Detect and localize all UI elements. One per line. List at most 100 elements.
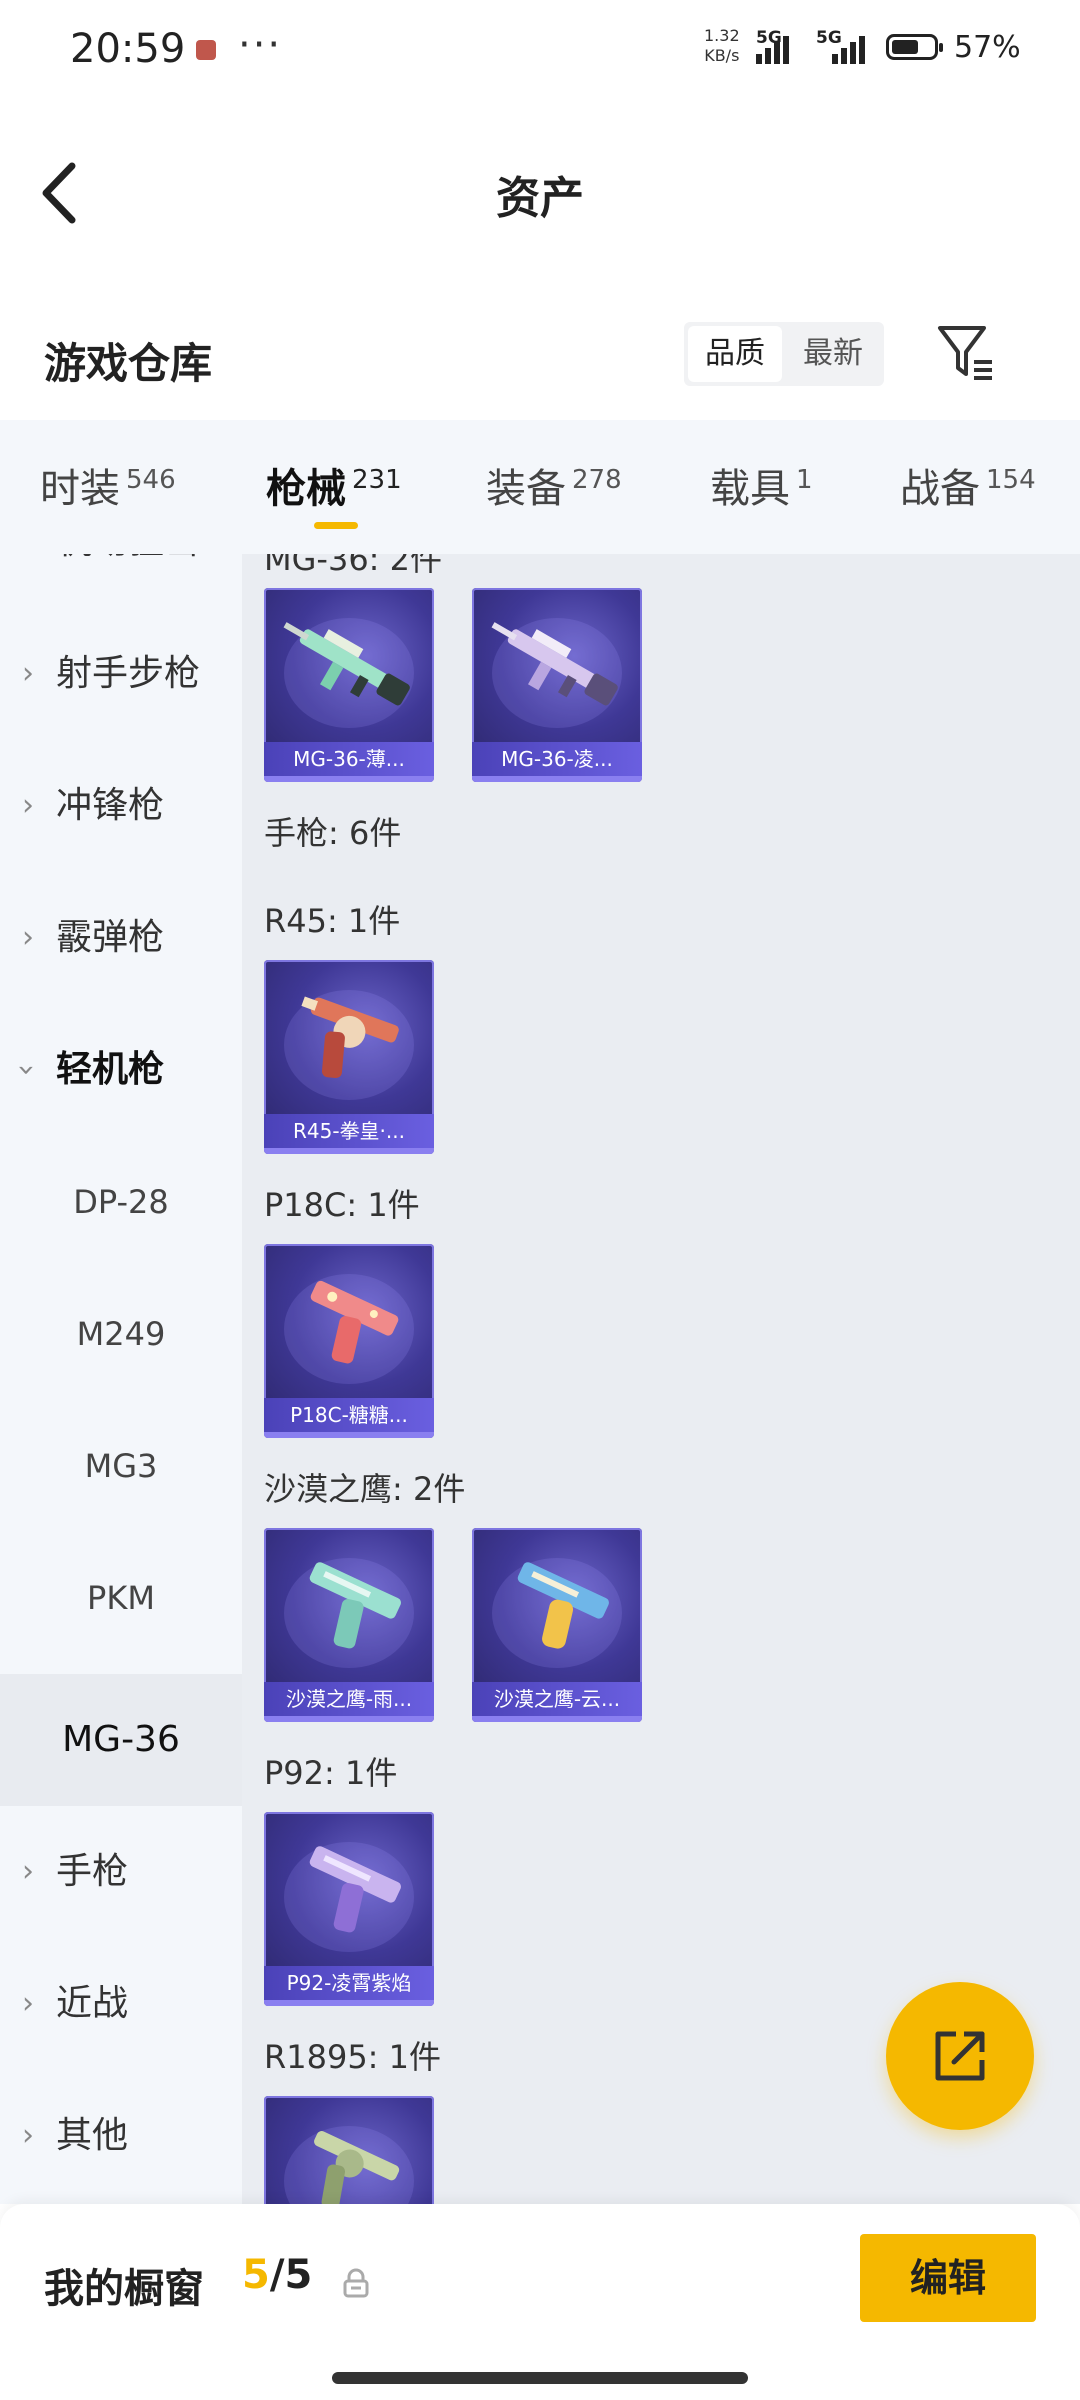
signal-icon-1: 5G	[756, 28, 796, 68]
skin-card[interactable]: MG-36-薄...	[264, 588, 434, 782]
assets-page: 20:59 ··· 1.32 KB/s 5G 5G 57% 资产 游戏仓库 品质…	[0, 0, 1080, 2400]
skin-card[interactable]	[264, 2096, 434, 2204]
sidebar-item-label: DP-28	[73, 1183, 169, 1221]
sidebar-item-dmr-sniper[interactable]: › 机动狙击	[0, 554, 242, 608]
chevron-right-icon: ›	[22, 554, 34, 608]
share-fab-button[interactable]	[886, 1982, 1034, 2130]
signal-2-label: 5G	[816, 28, 842, 48]
category-tabs: 时装 546 枪械 231 装备 278 载具 1 战备 154	[0, 420, 1080, 554]
sidebar-item-shotgun[interactable]: › 霰弹枪	[0, 872, 242, 1004]
section-header-pistol: 手枪: 6件	[264, 814, 402, 852]
tab-count: 278	[572, 465, 622, 495]
sidebar-item-label: MG3	[84, 1447, 158, 1485]
sidebar-subitem-m249[interactable]: M249	[0, 1268, 242, 1400]
battery-icon	[886, 34, 943, 60]
tab-label: 枪械	[266, 466, 346, 512]
skin-name: P92-凌霄紫焰	[264, 1966, 434, 2000]
pistol-skin-image	[309, 1562, 401, 1649]
sidebar-item-other[interactable]: › 其他	[0, 2070, 242, 2202]
tab-count: 1	[796, 465, 813, 495]
sidebar-item-pistol[interactable]: › 手枪	[0, 1806, 242, 1938]
network-speed-unit: KB/s	[704, 46, 740, 65]
sort-newest-button[interactable]: 最新	[786, 326, 880, 382]
pistol-skin-image	[517, 1562, 609, 1649]
notification-app-icon	[196, 40, 216, 60]
showcase-total: 5	[284, 2252, 313, 2298]
tab-combat-supplies[interactable]: 战备 154	[900, 456, 1036, 514]
chevron-right-icon: ›	[22, 1854, 34, 1889]
group-header-desert-eagle: 沙漠之鹰: 2件	[264, 1470, 466, 1508]
sidebar-subitem-mg36[interactable]: MG-36	[0, 1674, 242, 1806]
tab-label: 装备	[486, 466, 566, 512]
tab-fashion[interactable]: 时装 546	[40, 456, 176, 514]
revolver-skin-image	[314, 2131, 400, 2204]
chevron-right-icon: ›	[22, 1986, 34, 2021]
lock-icon	[343, 2268, 369, 2298]
group-header-p18c: P18C: 1件	[264, 1186, 420, 1224]
sidebar-item-label: PKM	[87, 1579, 155, 1617]
status-bar: 20:59 ··· 1.32 KB/s 5G 5G 57%	[0, 0, 1080, 100]
showcase-current: 5	[242, 2252, 270, 2298]
group-header-r1895: R1895: 1件	[264, 2038, 441, 2076]
tab-count: 231	[352, 465, 402, 495]
tab-label: 时装	[40, 466, 120, 512]
sidebar-item-lmg[interactable]: › 轻机枪	[0, 1004, 242, 1136]
skin-card[interactable]: 沙漠之鹰-云...	[472, 1528, 642, 1722]
skin-name: MG-36-凌...	[472, 742, 642, 776]
skin-card[interactable]: MG-36-凌...	[472, 588, 642, 782]
signal-icon-2: 5G	[816, 28, 872, 68]
tab-label: 战备	[900, 466, 980, 512]
skin-card[interactable]: R45-拳皇·...	[264, 960, 434, 1154]
sidebar-subitem-dp28[interactable]: DP-28	[0, 1136, 242, 1268]
sidebar-item-melee[interactable]: › 近战	[0, 1938, 242, 2070]
battery-percent: 57%	[954, 30, 1021, 65]
skin-name: 沙漠之鹰-云...	[472, 1682, 642, 1716]
sidebar-item-label: 轻机枪	[56, 1049, 165, 1090]
sidebar-subitem-pkm[interactable]: PKM	[0, 1532, 242, 1664]
tab-vehicles[interactable]: 载具 1	[710, 456, 813, 514]
showcase-separator: /	[269, 2252, 285, 2298]
tab-firearms[interactable]: 枪械 231	[266, 456, 402, 514]
chevron-right-icon: ›	[22, 2118, 34, 2153]
page-title: 资产	[496, 173, 584, 224]
sidebar-subitem-mg3[interactable]: MG3	[0, 1400, 242, 1532]
skin-card[interactable]: P92-凌霄紫焰	[264, 1812, 434, 2006]
status-time: 20:59	[70, 26, 186, 72]
tab-label: 载具	[710, 466, 790, 512]
weapon-skin-list: MG-36: 2件 MG-36-薄... MG-36-凌... 手枪: 6件 R…	[242, 554, 1080, 2204]
tab-equipment[interactable]: 装备 278	[486, 456, 622, 514]
tab-count: 154	[986, 465, 1036, 495]
network-speed: 1.32 KB/s	[704, 26, 740, 66]
chevron-right-icon: ›	[22, 788, 34, 823]
header: 资产	[0, 100, 1080, 280]
edit-button[interactable]: 编辑	[860, 2234, 1036, 2322]
chevron-right-icon: ›	[22, 656, 34, 691]
skin-card[interactable]: P18C-糖糖...	[264, 1244, 434, 1438]
sidebar-item-label: MG-36	[62, 1719, 180, 1760]
chevron-right-icon: ›	[22, 920, 34, 955]
showcase-bar: 我的橱窗 5/5 编辑	[0, 2204, 1080, 2400]
group-header-p92: P92: 1件	[264, 1754, 398, 1792]
skin-name: P18C-糖糖...	[264, 1398, 434, 1432]
skin-card[interactable]: 沙漠之鹰-雨...	[264, 1528, 434, 1722]
sidebar-item-label: 射手步枪	[56, 653, 201, 694]
warehouse-row: 游戏仓库 品质 最新	[0, 300, 1080, 420]
sort-quality-button[interactable]: 品质	[688, 326, 782, 382]
external-link-icon	[935, 2031, 985, 2081]
showcase-title: 我的橱窗	[44, 2266, 204, 2312]
home-indicator[interactable]	[332, 2372, 748, 2384]
sidebar-item-label: 机动狙击	[56, 554, 200, 608]
sidebar-item-smg[interactable]: › 冲锋枪	[0, 740, 242, 872]
sidebar-item-label: 霰弹枪	[56, 917, 165, 958]
group-header-r45: R45: 1件	[264, 902, 401, 940]
sidebar-item-label: M249	[76, 1315, 166, 1353]
pistol-skin-image	[309, 1846, 401, 1933]
active-tab-indicator	[314, 522, 358, 529]
showcase-count: 5/5	[242, 2252, 312, 2298]
sort-toggle: 品质 最新	[684, 322, 884, 386]
skin-name: 沙漠之鹰-雨...	[264, 1682, 434, 1716]
filter-icon[interactable]	[934, 322, 996, 384]
skin-name: MG-36-薄...	[264, 742, 434, 776]
weapon-type-sidebar: ›机动狙击 ›射手步枪 ›冲锋枪 ›霰弹枪 ›轻机枪 DP-28 M249 MG…	[0, 554, 242, 2204]
sidebar-item-marksman-rifle[interactable]: › 射手步枪	[0, 608, 242, 740]
